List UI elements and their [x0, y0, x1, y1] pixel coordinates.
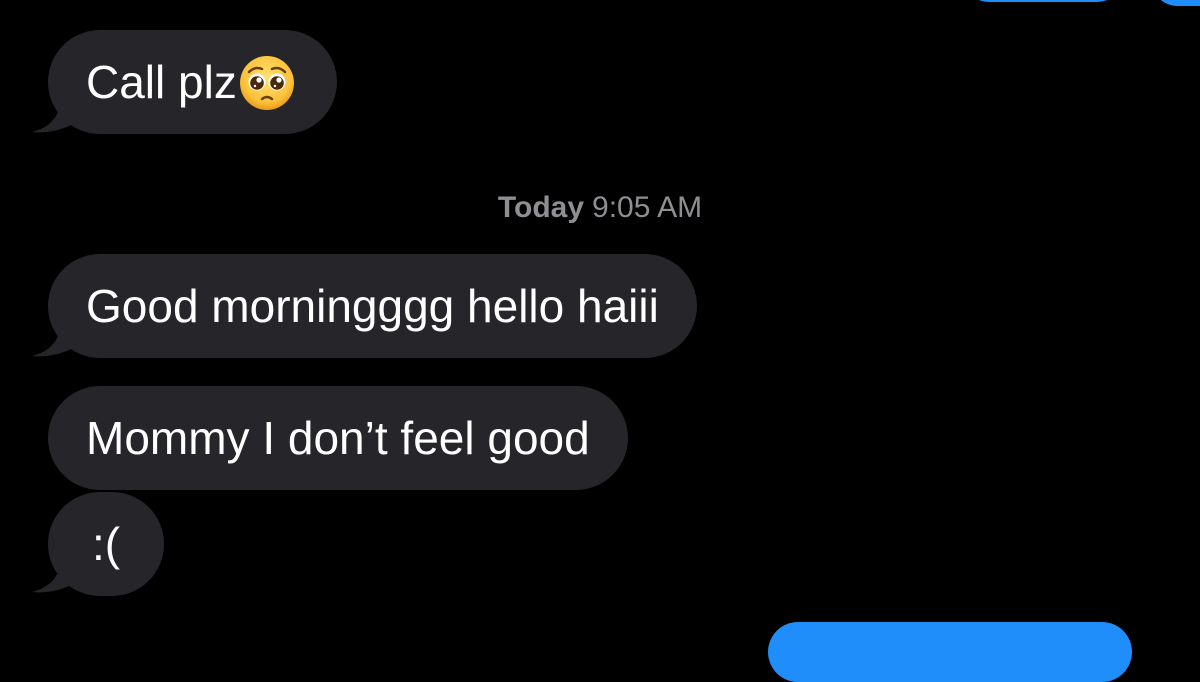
message-text: Good morningggg hello haiii [86, 280, 659, 332]
incoming-message-bubble[interactable]: Call plz [48, 30, 337, 134]
incoming-message-bubble[interactable]: :( [48, 492, 165, 596]
timestamp: Today 9:05 AM [0, 186, 1200, 230]
incoming-message-bubble[interactable]: Mommy I don’t feel good [48, 386, 628, 490]
outgoing-message-bubble[interactable] [1150, 0, 1200, 6]
pleading-face-emoji [239, 30, 297, 134]
message-thread[interactable]: Call plz Today 9:05 AM Good morningggg h… [0, 0, 1200, 682]
message-text: :( [92, 518, 121, 570]
timestamp-time: 9:05 AM [592, 191, 703, 224]
timestamp-day: Today [497, 191, 585, 224]
outgoing-message-bubble[interactable] [958, 0, 1128, 2]
outgoing-message-bubble[interactable] [768, 622, 1132, 682]
message-text: Mommy I don’t feel good [86, 412, 590, 464]
message-text: Call plz [86, 56, 237, 108]
incoming-message-bubble[interactable]: Good morningggg hello haiii [48, 254, 697, 358]
